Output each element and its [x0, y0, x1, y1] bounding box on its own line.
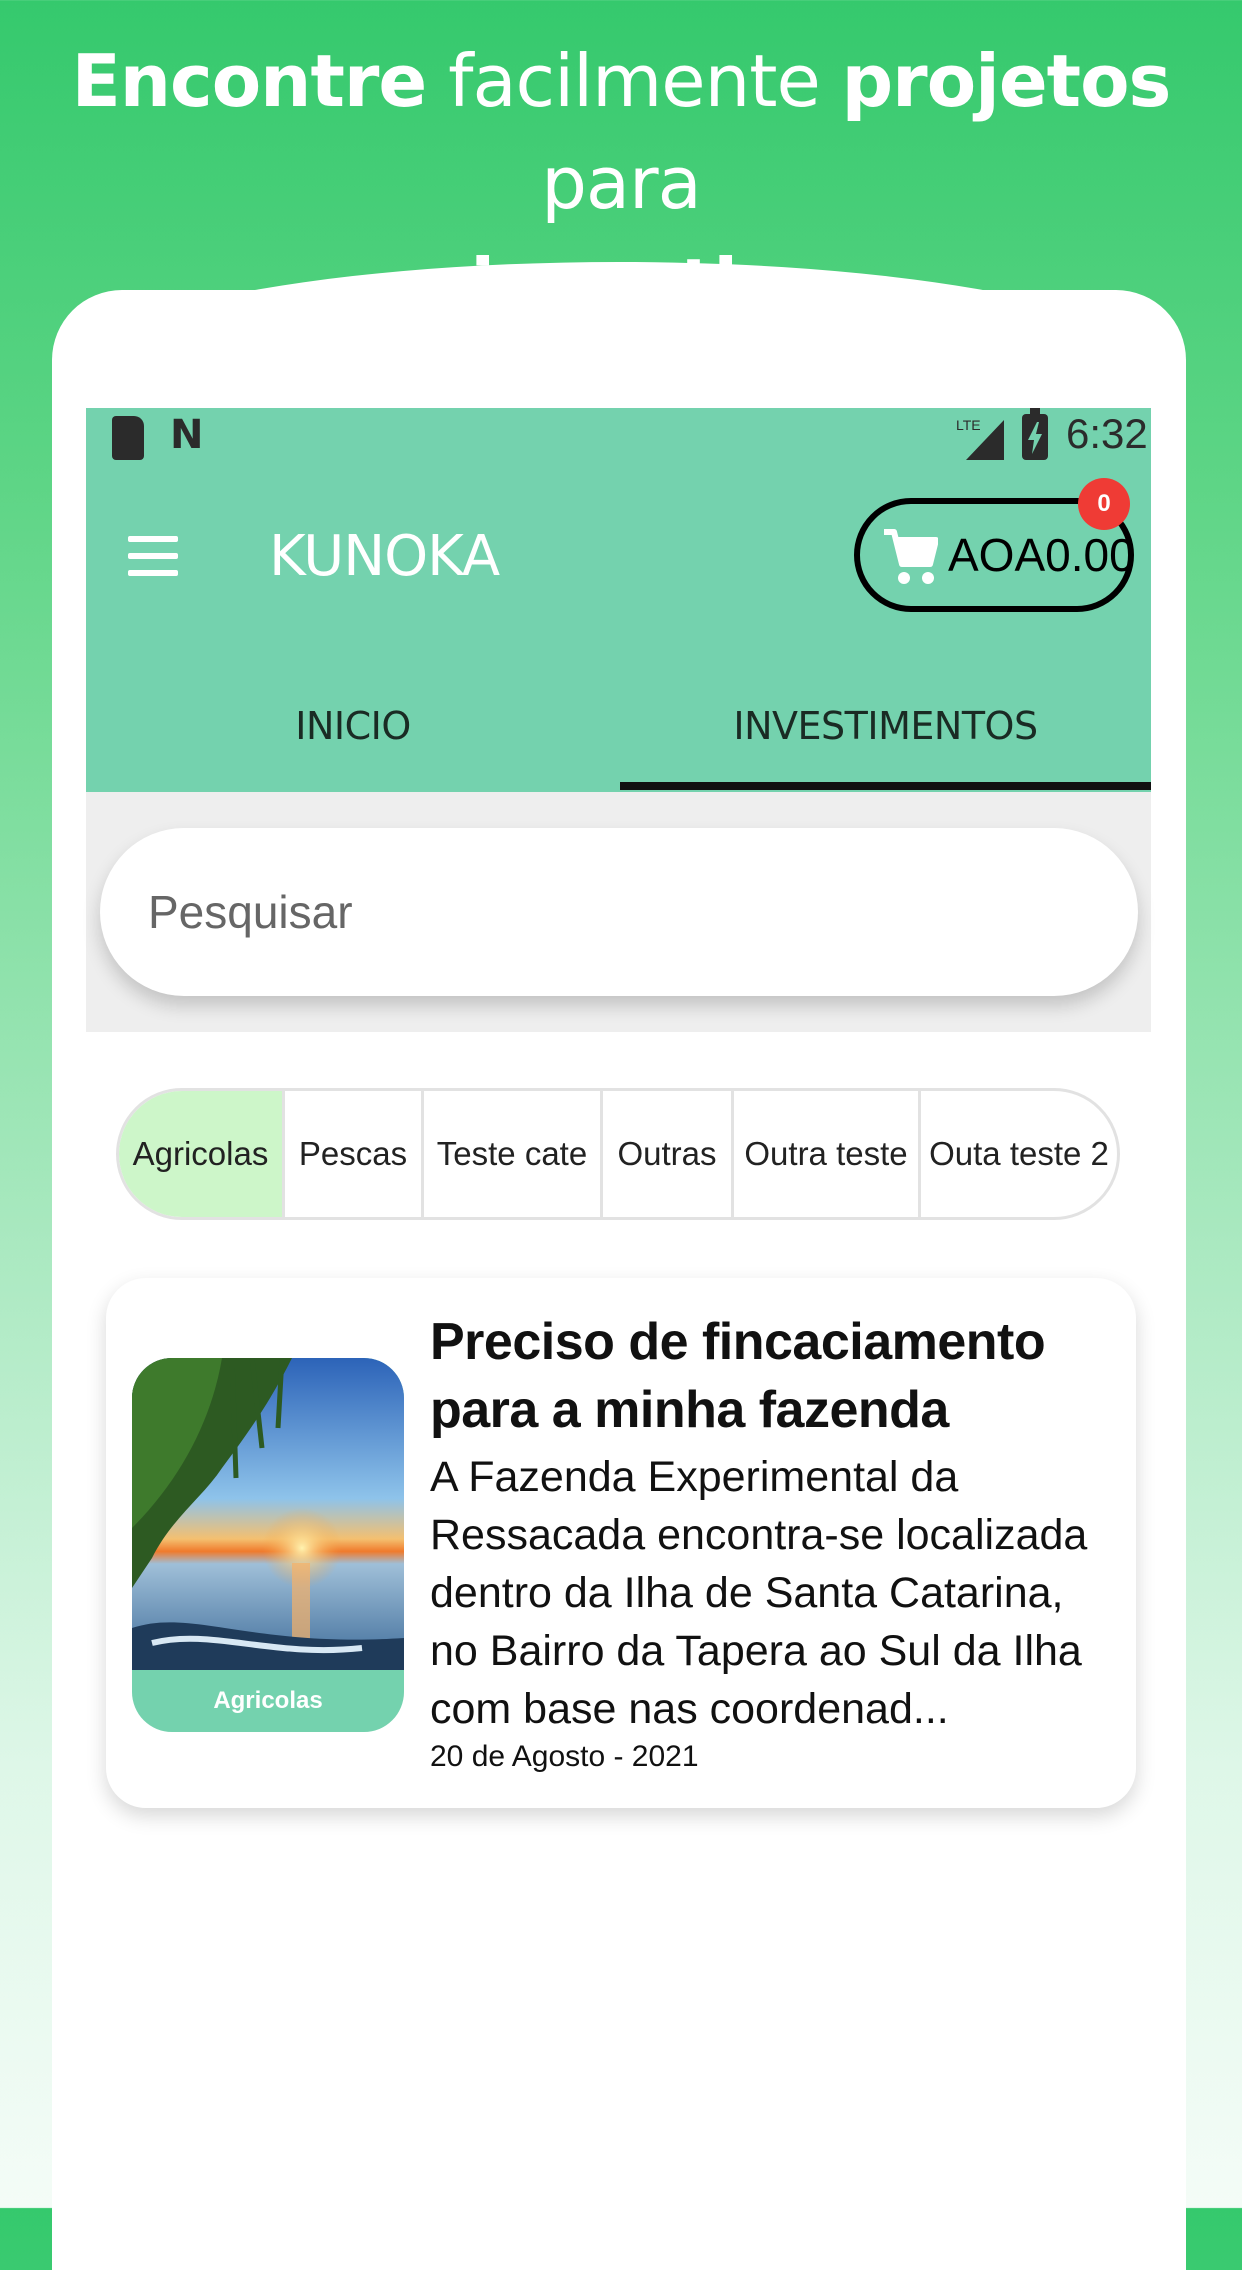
app-title: KUNOKA	[269, 524, 500, 589]
project-category-label: Agricolas	[213, 1687, 323, 1714]
app-bar: N LTE 6:32 KUNOKA AOA0.00 0 INICIO INVES…	[86, 408, 1151, 792]
menu-icon[interactable]	[128, 536, 178, 576]
chip-outra-teste[interactable]: Outra teste	[734, 1091, 921, 1217]
category-chips: Agricolas Pescas Teste cate Outras Outra…	[116, 1088, 1120, 1220]
sd-card-icon	[112, 416, 144, 460]
cart-icon	[884, 529, 938, 584]
chip-outa-teste-2[interactable]: Outa teste 2	[921, 1091, 1117, 1217]
chip-pescas[interactable]: Pescas	[285, 1091, 424, 1217]
lte-signal-icon: LTE	[956, 417, 1004, 460]
headline-part2: facilmente	[426, 39, 842, 123]
project-date: 20 de Agosto - 2021	[430, 1740, 699, 1773]
project-thumbnail: Agricolas	[132, 1358, 404, 1732]
status-time: 6:32	[1066, 410, 1148, 457]
tab-investimentos[interactable]: INVESTIMENTOS	[620, 678, 1151, 792]
battery-icon	[1022, 408, 1048, 460]
status-bar: N LTE 6:32	[86, 408, 1151, 468]
chip-teste-cate[interactable]: Teste cate	[424, 1091, 603, 1217]
app-screen: N LTE 6:32 KUNOKA AOA0.00 0 INICIO INVES…	[86, 408, 1151, 2208]
headline-part4: para	[541, 141, 702, 225]
sunset-lake-image	[132, 1358, 404, 1670]
network-label: LTE	[956, 417, 981, 433]
chip-outras[interactable]: Outras	[603, 1091, 734, 1217]
search-input[interactable]	[100, 828, 1138, 996]
headline-part1: Encontre	[71, 39, 428, 123]
n-logo-icon: N	[170, 412, 204, 458]
cart-count-badge: 0	[1078, 478, 1130, 530]
headline-part3: projetos	[841, 39, 1172, 123]
project-description: A Fazenda Experimental da Ressacada enco…	[430, 1453, 1088, 1733]
tab-inicio[interactable]: INICIO	[86, 678, 620, 792]
project-card[interactable]: Agricolas Preciso de fincaciamento para …	[106, 1278, 1136, 1808]
tab-indicator	[620, 782, 1151, 790]
cart-total: AOA0.00	[948, 529, 1135, 581]
chip-agricolas[interactable]: Agricolas	[119, 1091, 285, 1217]
search-container	[86, 792, 1151, 1032]
project-title: Preciso de fincaciamento para a minha fa…	[430, 1313, 1046, 1439]
